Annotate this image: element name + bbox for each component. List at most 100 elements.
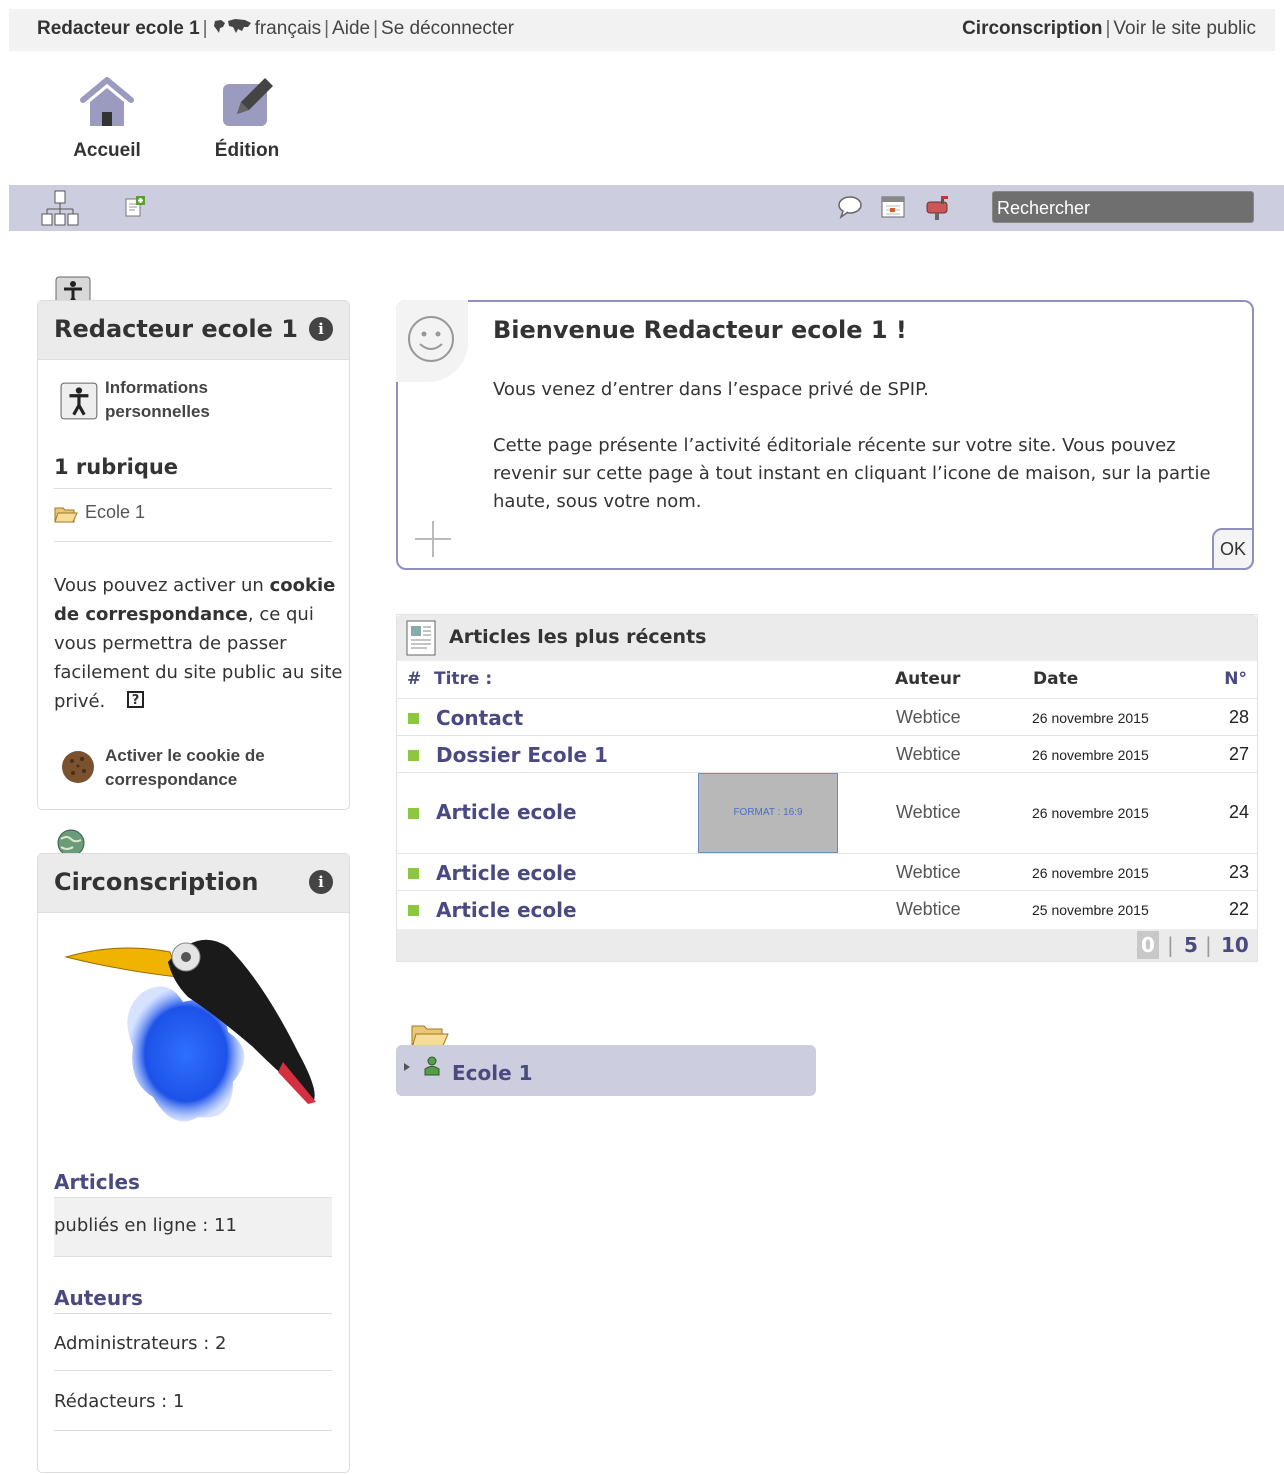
article-thumbnail: FORMAT : 16:9 (698, 773, 838, 853)
col-title[interactable]: Titre : (434, 669, 492, 689)
site-panel: Circonscription i Articles publiés en li… (37, 853, 350, 1473)
calendar-icon[interactable] (880, 195, 906, 219)
top-bar-right: Circonscription | Voir le site public (962, 18, 1256, 39)
status-published-icon (408, 808, 419, 819)
status-published-icon (408, 905, 419, 916)
info-icon[interactable]: i (309, 870, 333, 894)
help-icon[interactable]: ? (127, 691, 145, 708)
article-date: 26 novembre 2015 (1032, 710, 1149, 726)
article-document-icon (406, 620, 436, 656)
new-article-icon[interactable] (123, 195, 147, 219)
redacteurs-count: Rédacteurs : 1 (54, 1391, 185, 1412)
authors-stats-title: Auteurs (54, 1286, 143, 1310)
table-row[interactable]: Article ecole Webtice 25 novembre 2015 2… (397, 890, 1257, 930)
article-date: 26 novembre 2015 (1032, 747, 1149, 763)
article-title-link[interactable]: Article ecole (436, 898, 577, 922)
expand-arrow-icon[interactable] (402, 1062, 412, 1072)
top-bar-left: Redacteur ecole 1 | français | Aide | Se décon… (37, 18, 515, 39)
col-date[interactable]: Date (1033, 669, 1078, 689)
status-published-icon (408, 713, 419, 724)
logout-link[interactable]: Se déconnecter (381, 18, 514, 39)
language-link[interactable]: français (255, 18, 322, 39)
article-date: 25 novembre 2015 (1032, 902, 1149, 918)
site-map-icon[interactable] (41, 189, 79, 227)
pagination: 0 | 5 | 10 (397, 929, 1257, 961)
cookie-text-1: Vous pouvez activer un (54, 575, 264, 596)
rubrique-tree: Ecole 1 (396, 1045, 816, 1096)
nav-edit-label: Édition (214, 140, 280, 161)
cookie-icon (62, 751, 94, 783)
toucan-logo (64, 939, 316, 1122)
info-icon[interactable]: i (309, 317, 333, 341)
welcome-intro: Vous venez d’entrer dans l’espace privé … (493, 379, 929, 400)
nav-home[interactable]: Accueil (57, 70, 157, 162)
col-hash[interactable]: # (407, 669, 421, 689)
welcome-description: Cette page présente l’activité éditorial… (493, 435, 1211, 512)
recent-articles-title: Articles les plus récents (449, 626, 707, 648)
site-name-link[interactable]: Circonscription (962, 18, 1102, 39)
article-number: 24 (1228, 802, 1249, 822)
activate-cookie-button[interactable]: Activer le cookie de correspondance (105, 744, 305, 792)
smiley-icon (408, 316, 454, 362)
status-published-icon (408, 868, 419, 879)
tree-rubrique-link[interactable]: Ecole 1 (452, 1061, 533, 1085)
pager-separator: | (1205, 933, 1212, 957)
messages-icon[interactable] (837, 195, 863, 219)
personal-info-link[interactable]: Informations personnelles (105, 376, 255, 424)
table-row[interactable]: Article ecole FORMAT : 16:9 Webtice 26 n… (397, 772, 1257, 854)
article-title-link[interactable]: Contact (436, 706, 523, 730)
articles-stats-title: Articles (54, 1170, 140, 1194)
nav-edit[interactable]: Édition (197, 70, 297, 162)
article-date: 26 novembre 2015 (1032, 865, 1149, 881)
col-author[interactable]: Auteur (895, 669, 960, 689)
edit-pencil-icon (223, 78, 273, 126)
article-author[interactable]: Webtice (896, 707, 961, 728)
site-panel-header: Circonscription i (38, 854, 349, 913)
quick-toolbar: Rechercher (9, 185, 1284, 231)
article-number: 28 (1228, 707, 1249, 727)
table-row[interactable]: Article ecole Webtice 26 novembre 2015 2… (397, 853, 1257, 891)
article-date: 26 novembre 2015 (1032, 805, 1149, 821)
table-row[interactable]: Contact Webtice 26 novembre 2015 28 (397, 698, 1257, 736)
mailbox-icon[interactable] (923, 193, 951, 221)
folder-open-icon (54, 507, 78, 523)
page-0[interactable]: 0 (1137, 931, 1159, 959)
admins-count: Administrateurs : 2 (54, 1333, 227, 1354)
page-5[interactable]: 5 (1184, 933, 1198, 957)
article-author[interactable]: Webtice (896, 744, 961, 765)
article-author[interactable]: Webtice (896, 899, 961, 920)
articles-stats-row: publiés en ligne : 11 (54, 1197, 332, 1257)
table-row[interactable]: Dossier Ecole 1 Webtice 26 novembre 2015… (397, 735, 1257, 773)
recent-articles-header: Articles les plus récents (397, 615, 1257, 661)
top-bar: Redacteur ecole 1 | français | Aide | Se décon… (9, 9, 1275, 51)
article-number: 23 (1228, 862, 1249, 882)
page-10[interactable]: 10 (1221, 933, 1249, 957)
recent-articles-table: Articles les plus récents # Titre : Aute… (396, 614, 1258, 962)
personal-info-icon[interactable] (60, 381, 100, 421)
article-author[interactable]: Webtice (896, 862, 961, 883)
expand-plus-icon[interactable] (412, 518, 454, 560)
article-title-link[interactable]: Dossier Ecole 1 (436, 743, 608, 767)
user-name-link[interactable]: Redacteur ecole 1 (37, 18, 200, 39)
user-panel: Redacteur ecole 1 i Informations personn… (37, 300, 350, 810)
article-author[interactable]: Webtice (896, 802, 961, 823)
rubrique-link[interactable]: Ecole 1 (85, 502, 145, 523)
world-map-icon[interactable] (211, 18, 255, 36)
site-panel-title: Circonscription (54, 868, 259, 896)
public-site-link[interactable]: Voir le site public (1113, 18, 1256, 39)
ok-button[interactable]: OK (1212, 528, 1254, 570)
nav-home-label: Accueil (73, 140, 141, 161)
search-input[interactable]: Rechercher (992, 191, 1254, 223)
welcome-title: Bienvenue Redacteur ecole 1 ! (493, 316, 907, 344)
cookie-text: Vous pouvez activer un cookie de corresp… (54, 571, 344, 716)
help-link[interactable]: Aide (332, 18, 370, 39)
article-number: 27 (1228, 744, 1249, 764)
welcome-box: Bienvenue Redacteur ecole 1 ! Vous venez… (396, 300, 1254, 570)
article-title-link[interactable]: Article ecole (436, 800, 577, 824)
col-number[interactable]: N° (1224, 669, 1247, 689)
admin-user-icon (424, 1056, 440, 1076)
home-icon (80, 77, 134, 126)
rubrique-count: 1 rubrique (54, 455, 179, 479)
article-title-link[interactable]: Article ecole (436, 861, 577, 885)
articles-published: publiés en ligne : 11 (54, 1215, 237, 1236)
